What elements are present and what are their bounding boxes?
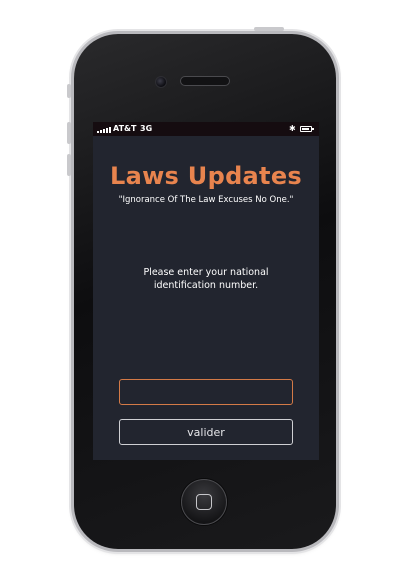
app-motto: "Ignorance Of The Law Excuses No One.": [118, 195, 294, 205]
volume-up-button: [67, 122, 71, 144]
mute-switch: [67, 84, 71, 98]
volume-down-button: [67, 154, 71, 176]
battery-icon: [300, 126, 314, 132]
bluetooth-icon: ✱: [289, 124, 296, 133]
device-mockup: AT&T 3G ✱ Laws Updates "Ignorance Of The…: [0, 0, 407, 576]
home-square-icon: [196, 494, 212, 510]
battery-fill: [302, 128, 309, 130]
earpiece-speaker: [180, 76, 230, 86]
app-title: Laws Updates: [110, 162, 302, 190]
front-camera-icon: [155, 76, 167, 88]
power-button: [254, 27, 284, 31]
id-prompt-text: Please enter your national identificatio…: [143, 267, 269, 291]
status-bar: AT&T 3G ✱: [93, 122, 319, 136]
national-id-input[interactable]: [119, 379, 293, 405]
carrier-name: AT&T: [113, 124, 137, 133]
phone-body: AT&T 3G ✱ Laws Updates "Ignorance Of The…: [67, 27, 336, 549]
home-button[interactable]: [181, 479, 227, 525]
signal-strength-icon: [97, 126, 111, 133]
network-type: 3G: [140, 124, 153, 133]
validate-button[interactable]: valider: [119, 419, 293, 445]
phone-screen: AT&T 3G ✱ Laws Updates "Ignorance Of The…: [93, 122, 319, 460]
